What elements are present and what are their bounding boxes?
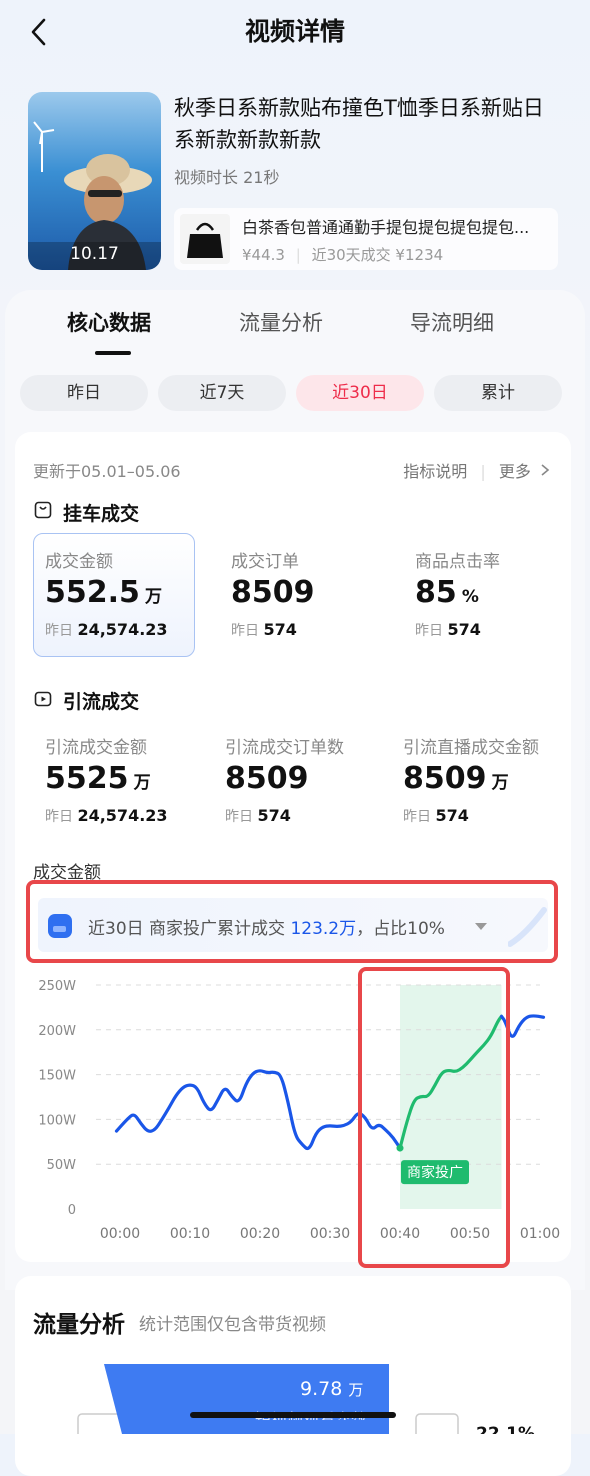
bag-icon: [34, 501, 52, 519]
x-tick-label: 01:00: [520, 1226, 560, 1242]
metric-label: 商品点击率: [415, 552, 500, 572]
header-links: 指标说明 | 更多: [403, 458, 550, 482]
x-tick-label: 00:10: [170, 1226, 210, 1242]
tab-core-data[interactable]: 核心数据: [67, 307, 151, 337]
metric-yesterday: 昨日 574: [231, 620, 297, 640]
metric-explain-link[interactable]: 指标说明: [403, 462, 467, 481]
metric-yesterday: 昨日 24,574.23: [45, 806, 168, 826]
handbag-image: [180, 214, 230, 264]
y-tick-label: 50W: [47, 1158, 77, 1173]
x-tick-label: 00:20: [240, 1226, 280, 1242]
product-sales: 近30天成交 ¥1234: [311, 246, 444, 264]
funnel-unit: 万: [348, 1381, 364, 1399]
metric-label: 引流直播成交金额: [403, 738, 539, 758]
yesterday-value: 574: [447, 620, 481, 639]
divider: |: [480, 462, 486, 481]
funnel-side-value: 22.1%: [476, 1424, 535, 1434]
period-30days[interactable]: 近30日: [296, 375, 424, 411]
metric-value: 85 %: [415, 575, 479, 610]
metric-label: 成交订单: [231, 552, 299, 572]
flow-section-note: 统计范围仅包含带货视频: [139, 1315, 326, 1335]
x-tick-label: 00:30: [310, 1226, 350, 1242]
metric-value: 8509: [225, 761, 309, 796]
highlight-frame: [26, 880, 558, 963]
product-meta: ¥44.3 | 近30天成交 ¥1234: [242, 244, 443, 265]
product-card[interactable]: 白茶香包普通通勤手提包提包提包提包... ¥44.3 | 近30天成交 ¥123…: [174, 208, 558, 270]
update-time: 更新于05.01–05.06: [33, 462, 181, 481]
yesterday-label: 昨日: [45, 809, 73, 825]
metric-number: 552.5: [45, 575, 140, 610]
metric-label: 引流成交订单数: [225, 738, 344, 758]
traffic-section-title: 引流成交: [63, 691, 140, 713]
metric-yesterday: 昨日 574: [403, 806, 469, 826]
yesterday-label: 昨日: [403, 809, 431, 825]
metric-value: 8509: [231, 575, 315, 610]
yesterday-label: 昨日: [231, 623, 259, 639]
y-tick-label: 0: [68, 1203, 76, 1218]
metric-yesterday: 昨日 24,574.23: [45, 620, 168, 640]
duration-badge: 10.17: [70, 244, 119, 264]
metric-yesterday: 昨日 574: [415, 620, 481, 640]
metric-unit: 万: [145, 587, 162, 607]
period-cumulative[interactable]: 累计: [434, 375, 562, 411]
period-7days[interactable]: 近7天: [158, 375, 286, 411]
yesterday-label: 昨日: [415, 623, 443, 639]
more-link[interactable]: 更多: [499, 462, 531, 481]
tab-indicator: [95, 351, 131, 355]
metric-number: 8509: [225, 761, 309, 796]
metric-yesterday: 昨日 574: [225, 806, 291, 826]
video-play-icon: [34, 691, 52, 707]
y-tick-label: 250W: [38, 979, 76, 994]
highlight-frame: [358, 967, 510, 1268]
y-tick-label: 100W: [38, 1113, 76, 1128]
tab-referral-detail[interactable]: 导流明细: [410, 307, 494, 337]
video-thumbnail[interactable]: 10.17: [28, 92, 161, 270]
yesterday-value: 24,574.23: [77, 620, 168, 639]
video-title: 秋季日系新款贴布撞色T恤季日系新贴日系新款新款新款: [174, 96, 544, 152]
y-tick-label: 150W: [38, 1069, 76, 1084]
metric-value: 552.5 万: [45, 575, 162, 610]
metric-unit: 万: [133, 773, 151, 793]
product-price: ¥44.3: [242, 246, 285, 264]
metric-label: 成交金额: [45, 552, 113, 572]
yesterday-value: 574: [435, 806, 469, 825]
x-tick-label: 00:00: [100, 1226, 140, 1242]
video-length: 视频时长 21秒: [174, 168, 280, 187]
metric-unit: 万: [491, 773, 509, 793]
tab-traffic-analysis[interactable]: 流量分析: [239, 307, 323, 337]
metric-number: 8509: [231, 575, 315, 610]
metric-number: 85: [415, 575, 457, 610]
yesterday-value: 574: [263, 620, 297, 639]
cart-section-title: 挂车成交: [63, 503, 140, 525]
metric-value: 8509 万: [403, 761, 509, 796]
y-tick-label: 200W: [38, 1024, 76, 1039]
funnel-number: 9.78: [300, 1378, 343, 1400]
product-name: 白茶香包普通通勤手提包提包提包提包...: [242, 218, 530, 237]
divider: |: [295, 246, 301, 264]
metric-number: 8509: [403, 761, 487, 796]
flow-section-title: 流量分析: [33, 1312, 125, 1338]
yesterday-label: 昨日: [45, 623, 73, 639]
metric-value: 5525 万: [45, 761, 151, 796]
metric-label: 引流成交金额: [45, 738, 147, 758]
yesterday-value: 574: [257, 806, 291, 825]
home-indicator: [190, 1412, 396, 1418]
yesterday-label: 昨日: [225, 809, 253, 825]
period-yesterday[interactable]: 昨日: [20, 375, 148, 411]
metric-number: 5525: [45, 761, 129, 796]
chevron-right-icon: [541, 464, 550, 476]
metric-unit: %: [461, 587, 479, 607]
yesterday-value: 24,574.23: [77, 806, 168, 825]
page-title: 视频详情: [244, 17, 345, 46]
funnel-value: 9.78 万: [300, 1378, 363, 1400]
